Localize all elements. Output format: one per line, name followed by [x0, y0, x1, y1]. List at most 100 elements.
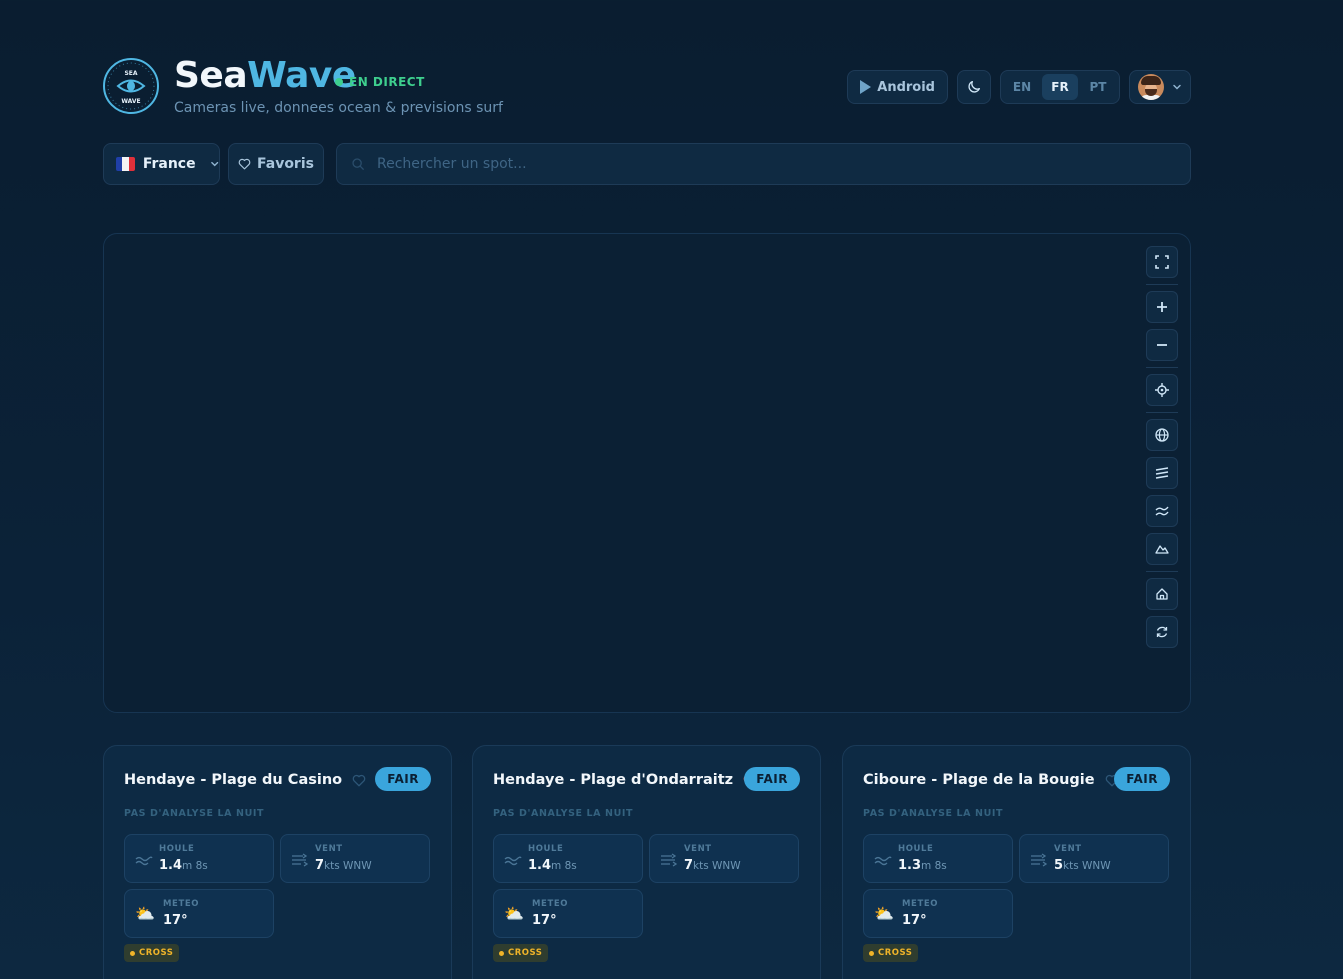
spot-card[interactable]: Hendaye - Plage d'Ondarraitz FAIR PAS D'… [472, 745, 821, 979]
live-dot-icon [335, 78, 343, 86]
weather-value: 17° [532, 913, 557, 928]
wave-layer-icon [1155, 506, 1169, 516]
partly-cloudy-icon: ⛅ [504, 904, 524, 923]
terrain-icon [1155, 545, 1169, 554]
status-dot-icon [499, 950, 504, 956]
wind-icon [292, 853, 309, 867]
brand-name: SeaWave [174, 56, 356, 96]
toolbar: France Favoris [103, 143, 1191, 185]
zoom-out-icon [1157, 344, 1167, 346]
moon-icon [968, 81, 980, 93]
swell-value: 1.4m 8s [528, 858, 577, 873]
search-input[interactable] [377, 156, 1157, 172]
fullscreen-button[interactable] [1146, 246, 1178, 278]
spot-title: Hendaye - Plage du Casino [124, 772, 366, 788]
wave-layer-button[interactable] [1146, 495, 1178, 527]
weather-stat: ⛅ METEO 17° [863, 889, 1013, 938]
zoom-out-button[interactable] [1146, 329, 1178, 361]
spot-title: Ciboure - Plage de la Bougie [863, 772, 1119, 788]
spot-card[interactable]: Ciboure - Plage de la Bougie FAIR PAS D'… [842, 745, 1191, 979]
brand-name-sea: Sea [174, 55, 248, 96]
zoom-in-button[interactable] [1146, 291, 1178, 323]
wind-icon [1031, 853, 1048, 867]
swell-stat: HOULE 1.4m 8s [493, 834, 643, 883]
wind-value: 5kts WNW [1054, 858, 1111, 873]
rating-badge: FAIR [1114, 767, 1170, 791]
user-menu-button[interactable] [1129, 70, 1191, 104]
seawave-logo[interactable]: SEA WAVE [103, 58, 159, 114]
swell-layer-button[interactable] [1146, 457, 1178, 489]
locate-button[interactable] [1146, 374, 1178, 406]
heart-icon [238, 158, 251, 170]
weather-stat: ⛅ METEO 17° [124, 889, 274, 938]
lang-en-button[interactable]: EN [1004, 74, 1040, 100]
control-divider [1146, 412, 1178, 413]
map-view[interactable] [103, 233, 1191, 713]
play-store-icon [860, 80, 872, 94]
wind-type-chip: CROSS [493, 944, 549, 962]
refresh-button[interactable] [1146, 616, 1178, 648]
android-label: Android [877, 79, 935, 95]
logo-text-top: SEA [124, 70, 137, 77]
wind-stat: VENT 5kts WNW [1019, 834, 1169, 883]
control-divider [1146, 284, 1178, 285]
lang-fr-button[interactable]: FR [1042, 74, 1078, 100]
favorites-button[interactable]: Favoris [228, 143, 324, 185]
control-divider [1146, 571, 1178, 572]
weather-value: 17° [902, 913, 927, 928]
spot-name: Hendaye - Plage d'Ondarraitz [493, 772, 734, 788]
app-header: SEA WAVE SeaWave EN DIRECT Cameras live,… [103, 56, 1191, 116]
night-note: PAS D'ANALYSE LA NUIT [124, 808, 265, 819]
rating-badge: FAIR [744, 767, 800, 791]
rating-badge: FAIR [375, 767, 431, 791]
partly-cloudy-icon: ⛅ [874, 904, 894, 923]
lang-pt-button[interactable]: PT [1080, 74, 1116, 100]
wind-label: VENT [684, 844, 712, 854]
swell-value: 1.4m 8s [159, 858, 208, 873]
refresh-icon [1156, 626, 1168, 638]
swell-icon [135, 856, 153, 866]
terrain-button[interactable] [1146, 533, 1178, 565]
weather-stat: ⛅ METEO 17° [493, 889, 643, 938]
chevron-down-icon [1173, 84, 1181, 90]
swell-icon [874, 856, 892, 866]
swell-label: HOULE [159, 844, 195, 854]
wind-type-chip: CROSS [124, 944, 180, 962]
map-controls [1146, 246, 1178, 648]
wind-label: VENT [1054, 844, 1082, 854]
wind-type-chip: CROSS [863, 944, 919, 962]
globe-icon [1155, 428, 1169, 442]
avatar [1138, 74, 1164, 100]
wind-value: 7kts WNW [684, 858, 741, 873]
weather-value: 17° [163, 913, 188, 928]
wind-label: VENT [315, 844, 343, 854]
page: SEA WAVE SeaWave EN DIRECT Cameras live,… [103, 0, 1191, 979]
spot-name: Hendaye - Plage du Casino [124, 772, 343, 788]
swell-label: HOULE [898, 844, 934, 854]
language-switcher: EN FR PT [1000, 70, 1120, 104]
wind-icon [661, 853, 678, 867]
weather-label: METEO [902, 899, 939, 909]
android-button[interactable]: Android [847, 70, 948, 104]
weather-label: METEO [532, 899, 569, 909]
swell-stat: HOULE 1.4m 8s [124, 834, 274, 883]
wind-stat: VENT 7kts WNW [280, 834, 430, 883]
zoom-in-icon [1157, 302, 1167, 312]
wind-value: 7kts WNW [315, 858, 372, 873]
home-button[interactable] [1146, 578, 1178, 610]
favorites-label: Favoris [257, 156, 314, 172]
status-dot-icon [869, 950, 874, 956]
home-icon [1156, 588, 1168, 600]
theme-toggle-button[interactable] [957, 70, 991, 104]
search-icon [352, 158, 364, 170]
night-note: PAS D'ANALYSE LA NUIT [493, 808, 634, 819]
heart-icon[interactable] [352, 774, 366, 787]
logo-text-bottom: WAVE [121, 98, 140, 105]
country-select[interactable]: France [103, 143, 220, 185]
spot-card[interactable]: Hendaye - Plage du Casino FAIR PAS D'ANA… [103, 745, 452, 979]
swell-stat: HOULE 1.3m 8s [863, 834, 1013, 883]
swell-icon [504, 856, 522, 866]
tagline: Cameras live, donnees ocean & previsions… [174, 100, 503, 116]
spot-title: Hendaye - Plage d'Ondarraitz [493, 772, 757, 788]
globe-button[interactable] [1146, 419, 1178, 451]
